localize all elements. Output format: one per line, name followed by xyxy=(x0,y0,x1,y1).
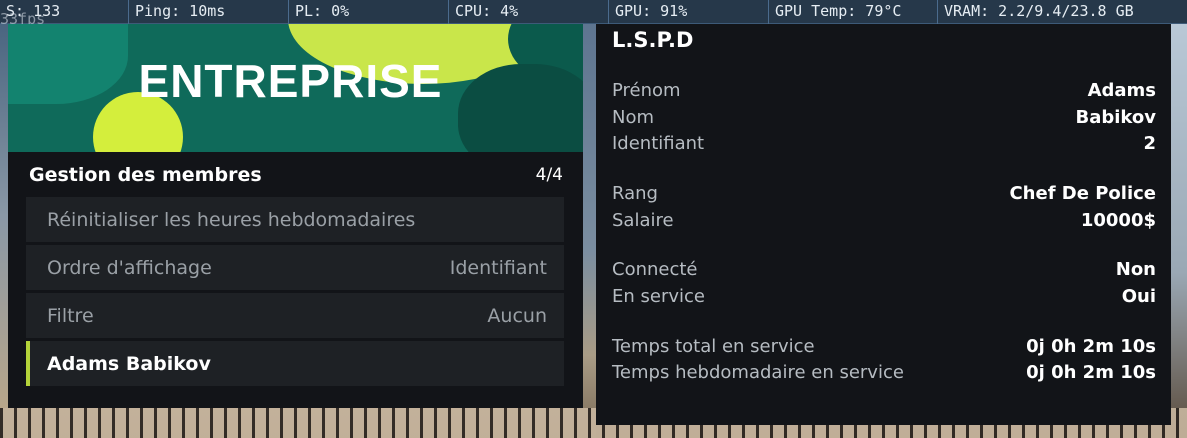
info-panel-title: L.S.P.D xyxy=(612,28,694,52)
ping-stat: Ping: 10ms xyxy=(129,0,289,24)
info-key: En service xyxy=(612,285,705,307)
menu-page-count: 4/4 xyxy=(535,164,563,185)
member-management-menu: ENTREPRISE Gestion des membres 4/4 Réini… xyxy=(8,24,583,408)
menu-item-label: Adams Babikov xyxy=(47,352,211,375)
menu-item-label: Filtre xyxy=(47,304,94,327)
banner-title: ENTREPRISE xyxy=(138,55,443,107)
menu-item-reset-weekly-hours[interactable]: Réinitialiser les heures hebdomadaires xyxy=(26,197,564,242)
info-value: 2 xyxy=(1143,133,1156,155)
menu-item-value: Aucun xyxy=(487,304,547,327)
info-value: Adams xyxy=(1087,79,1156,101)
info-row-rank: Rang Chef De Police xyxy=(612,180,1156,207)
info-value: Oui xyxy=(1121,285,1156,307)
member-info-panel: L.S.P.D Prénom Adams Nom Babikov Identif… xyxy=(596,24,1171,425)
info-key: Prénom xyxy=(612,79,681,101)
info-key: Rang xyxy=(612,182,658,204)
info-group-rank: Rang Chef De Police Salaire 10000$ xyxy=(612,180,1156,233)
menu-item-label: Réinitialiser les heures hebdomadaires xyxy=(47,208,416,231)
menu-item-value: Identifiant xyxy=(449,256,547,279)
info-row-on-duty: En service Oui xyxy=(612,283,1156,310)
background-scene-right xyxy=(1170,24,1187,438)
info-value: Non xyxy=(1115,259,1156,281)
info-value: Chef De Police xyxy=(1009,182,1156,204)
info-group-status: Connecté Non En service Oui xyxy=(612,256,1156,309)
info-value: Babikov xyxy=(1075,106,1156,128)
menu-item-member-selected[interactable]: Adams Babikov xyxy=(26,341,564,386)
background-strip xyxy=(0,24,8,408)
info-row-total-service-time: Temps total en service 0j 0h 2m 10s xyxy=(612,333,1156,360)
menu-header: Gestion des membres 4/4 xyxy=(8,152,583,197)
info-group-identity: Prénom Adams Nom Babikov Identifiant 2 xyxy=(612,77,1156,157)
vram-stat: VRAM: 2.2/9.4/23.8 GB xyxy=(944,2,1134,20)
cpu-stat: CPU: 4% xyxy=(449,0,609,24)
info-row-salary: Salaire 10000$ xyxy=(612,207,1156,234)
info-key: Salaire xyxy=(612,209,674,231)
gpu-temp-stat: GPU Temp: 79°C xyxy=(769,0,938,24)
info-key: Identifiant xyxy=(612,133,705,155)
info-key: Temps hebdomadaire en service xyxy=(612,362,904,384)
info-key: Connecté xyxy=(612,259,698,281)
info-key: Nom xyxy=(612,106,655,128)
menu-item-display-order[interactable]: Ordre d'affichage Identifiant xyxy=(26,245,564,290)
info-row-first-name: Prénom Adams xyxy=(612,77,1156,104)
info-row-identifier: Identifiant 2 xyxy=(612,130,1156,157)
info-group-service-time: Temps total en service 0j 0h 2m 10s Temp… xyxy=(612,333,1156,386)
info-row-connected: Connecté Non xyxy=(612,256,1156,283)
info-row-last-name: Nom Babikov xyxy=(612,104,1156,131)
info-key: Temps total en service xyxy=(612,335,815,357)
info-value: 0j 0h 2m 10s xyxy=(1026,335,1156,357)
info-value: 10000$ xyxy=(1080,209,1156,231)
selection-accent-bar xyxy=(26,341,30,386)
packet-loss-stat: PL: 0% xyxy=(289,0,449,24)
info-row-weekly-service-time: Temps hebdomadaire en service 0j 0h 2m 1… xyxy=(612,360,1156,387)
info-value: 0j 0h 2m 10s xyxy=(1026,362,1156,384)
menu-item-label: Ordre d'affichage xyxy=(47,256,212,279)
menu-title: Gestion des membres xyxy=(29,163,262,186)
menu-item-filter[interactable]: Filtre Aucun xyxy=(26,293,564,338)
performance-overlay: S: 133 Ping: 10ms PL: 0% CPU: 4% GPU: 91… xyxy=(0,0,1187,24)
menu-banner: ENTREPRISE xyxy=(8,24,583,152)
gpu-stat: GPU: 91% xyxy=(609,0,769,24)
